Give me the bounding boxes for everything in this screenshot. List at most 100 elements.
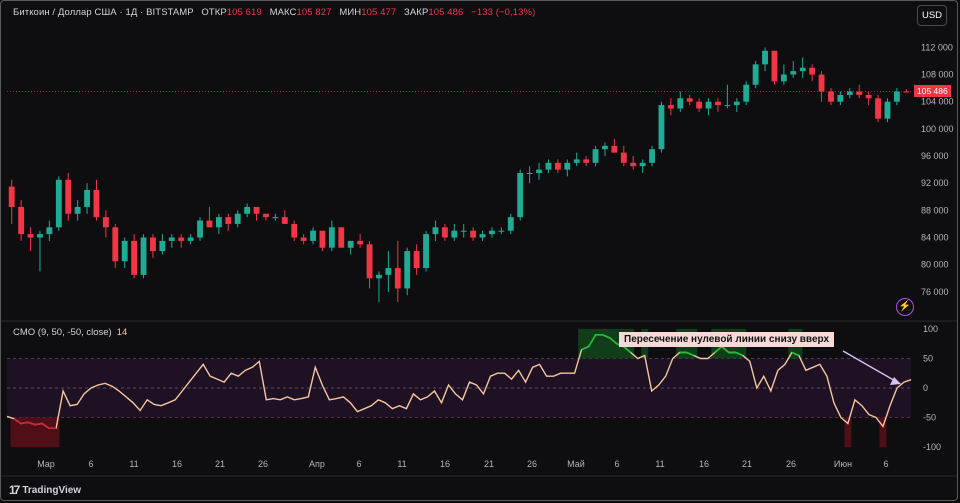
candle-body <box>225 217 232 224</box>
cmo-oversold-line <box>14 419 883 429</box>
candle-body <box>159 240 166 252</box>
price-axis-label: 112 000 <box>921 42 953 52</box>
candle-body <box>357 240 364 245</box>
candle-body <box>291 223 298 238</box>
candle-body <box>583 159 590 163</box>
time-axis-label: Апр <box>309 459 325 469</box>
indicator-value: 14 <box>116 327 128 338</box>
time-axis-label: Мар <box>37 459 55 469</box>
time-axis-label: 6 <box>356 459 361 469</box>
candle-body <box>187 237 194 241</box>
cmo-axis-label: 100 <box>923 324 938 334</box>
candle-body <box>818 74 825 92</box>
candle-body <box>65 179 72 214</box>
candle-body <box>328 227 335 248</box>
candle-body <box>168 237 175 241</box>
candle-body <box>112 227 119 262</box>
time-axis-label: 26 <box>786 459 796 469</box>
cmo-axis-label: 0 <box>923 383 928 393</box>
candle-body <box>554 162 561 170</box>
candle-body <box>376 274 382 279</box>
candle-body <box>8 186 15 207</box>
candle-body <box>253 206 260 214</box>
time-axis-label: 21 <box>484 459 494 469</box>
candle-body <box>884 101 891 119</box>
price-axis-label: 108 000 <box>921 70 954 80</box>
candle-body <box>451 230 458 238</box>
candle-body <box>686 98 693 102</box>
cmo-oversold-zone <box>879 417 887 448</box>
price-axis-label: 100 000 <box>921 124 954 134</box>
open-value: 105 619 <box>226 7 262 18</box>
candle-body <box>470 230 477 238</box>
candle-body <box>752 64 759 85</box>
time-axis-label: 26 <box>527 459 537 469</box>
lightning-icon[interactable]: ⚡ <box>896 298 914 316</box>
candle-body <box>394 268 401 289</box>
candle-body <box>705 101 712 109</box>
candle-body <box>102 217 109 228</box>
cmo-axis-label: 50 <box>923 353 933 363</box>
candle-body <box>197 220 203 238</box>
candle-body <box>639 162 646 167</box>
candle-body <box>780 74 787 82</box>
tradingview-logo-icon: 17 <box>9 483 20 497</box>
currency-button[interactable]: USD <box>917 5 947 26</box>
candle-body <box>404 251 411 289</box>
candle-body <box>865 94 872 99</box>
candle-body <box>74 206 81 214</box>
last-price-tag: 105 486 <box>914 84 951 97</box>
candle-body <box>658 105 665 150</box>
candle-body <box>545 162 552 170</box>
candle-body <box>46 227 53 235</box>
candles-group <box>8 47 910 303</box>
candle-body <box>696 101 703 109</box>
candle-body <box>762 50 768 65</box>
candle-body <box>423 234 429 269</box>
candle-body <box>903 91 910 93</box>
candle-body <box>37 234 43 238</box>
candle-body <box>366 244 373 279</box>
cmo-axis-label: -50 <box>923 413 936 423</box>
candle-body <box>178 237 185 241</box>
candle-body <box>27 234 34 238</box>
open-label: ОТКР <box>201 7 227 18</box>
candle-body <box>55 179 62 228</box>
chart-window: 112 000 108 000 104 000 100 000 96 000 92 000… <box>0 0 958 501</box>
candle-body <box>837 94 844 102</box>
time-axis-label: 6 <box>88 459 93 469</box>
candle-body <box>828 91 834 102</box>
low-label: МИН <box>339 7 362 18</box>
change-value: −133 (−0,13%) <box>471 7 536 18</box>
candle-body <box>281 217 288 224</box>
candle-body <box>319 230 326 248</box>
candle-body <box>215 217 222 228</box>
price-axis-label: 84 000 <box>921 233 949 243</box>
candle-body <box>150 237 156 252</box>
branding-text: TradingView <box>22 484 82 496</box>
time-axis-label: 6 <box>883 459 888 469</box>
time-axis-label: Июн <box>834 459 852 469</box>
candle-body <box>140 237 147 275</box>
indicator-legend[interactable]: CMO (9, 50, -50, close) 14 <box>13 327 127 338</box>
candle-body <box>856 91 863 95</box>
candle-body <box>573 159 580 163</box>
close-value: 105 486 <box>428 7 464 18</box>
candle-body <box>234 213 241 224</box>
low-value: 105 477 <box>361 7 397 18</box>
price-axis-label: 92 000 <box>921 178 949 188</box>
candle-body <box>743 84 750 102</box>
candle-body <box>310 230 316 241</box>
candle-body <box>564 162 571 170</box>
candle-body <box>526 173 533 174</box>
candle-body <box>809 67 816 75</box>
chart-canvas[interactable]: 112 000 108 000 104 000 100 000 96 000 92 000… <box>1 1 958 501</box>
time-axis-label: 11 <box>397 459 406 469</box>
candle-body <box>432 227 439 235</box>
price-axis-label: 88 000 <box>921 205 949 215</box>
candle-body <box>84 189 90 207</box>
candle-body <box>18 206 25 235</box>
time-axis-label: 16 <box>172 459 182 469</box>
tradingview-logo[interactable]: 17 TradingView <box>9 483 81 497</box>
candle-body <box>263 213 269 218</box>
